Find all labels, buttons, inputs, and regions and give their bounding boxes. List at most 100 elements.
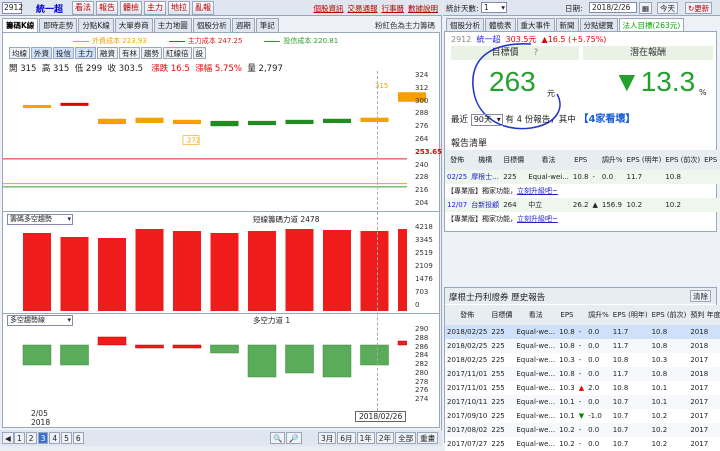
- history-cell-eps: 10.8: [559, 342, 575, 350]
- pager: 123456: [14, 432, 85, 444]
- history-cell-date: 2017/09/10: [447, 412, 488, 420]
- tab-6[interactable]: 週期: [231, 18, 255, 32]
- report-header-cell: EPS (明年): [624, 150, 664, 170]
- indicator-btn-8[interactable]: 設: [192, 47, 206, 59]
- history-row[interactable]: 2018/02/25 225 Equal-we... 10.8-0.0 11.7 10.8…: [445, 325, 720, 339]
- report-header-cell: EPS (前次): [702, 150, 720, 170]
- indicator-btn-6[interactable]: 趨勢: [141, 47, 162, 59]
- zoom-out-icon[interactable]: 🔎: [286, 432, 302, 444]
- range-btn-0[interactable]: 3月: [318, 432, 337, 444]
- chevron-left-icon[interactable]: ◀: [2, 432, 14, 444]
- top-button-5[interactable]: 亂報: [192, 1, 214, 15]
- calendar-icon[interactable]: ▦: [639, 2, 653, 14]
- chips-bar: [60, 237, 89, 311]
- axis-tick: 278: [415, 377, 429, 386]
- history-cell-e1: 11.7: [612, 370, 629, 378]
- report-header-cell: [590, 150, 600, 170]
- upgrade-link[interactable]: 立刻升級吧~: [517, 187, 558, 195]
- history-header-cell: EPS (前次): [649, 305, 689, 325]
- top-link-3[interactable]: 數據說明: [408, 4, 438, 13]
- bottom-bar: ◀ 123456 🔍 🔎 3月 6月 1年 2年 全部 重畫: [0, 430, 442, 446]
- history-row[interactable]: 2017/08/02 225 Equal-we... 10.2-0.0 10.7 10.2…: [445, 423, 720, 437]
- range-btn-2[interactable]: 1年: [356, 432, 375, 444]
- history-cell-arrow: ▲: [578, 384, 585, 392]
- indicator-btn-7[interactable]: 紅線倍: [163, 47, 192, 59]
- recent-highlight[interactable]: 【4家看壞】: [578, 114, 635, 125]
- axis-tick: 0: [415, 301, 420, 309]
- report-row[interactable]: 【專業版】獨家功能，立刻升級吧~: [445, 184, 720, 198]
- date-input[interactable]: 2018/2/26: [589, 2, 637, 13]
- candle: [98, 118, 126, 125]
- range-btn-5[interactable]: 重畫: [417, 432, 439, 444]
- history-cell-target: 255: [491, 370, 505, 378]
- top-link-2[interactable]: 行事曆: [382, 4, 405, 13]
- history-row[interactable]: 2017/11/01 255 Equal-we... 10.8-0.0 11.7 10.8…: [445, 367, 720, 381]
- tab-1[interactable]: 即時走勢: [39, 18, 78, 32]
- tab-7[interactable]: 筆記: [255, 18, 279, 32]
- right-tab-5[interactable]: 法人目標(263元): [618, 18, 685, 31]
- history-row[interactable]: 2018/02/25 225 Equal-we... 10.8-0.0 11.7 10.8…: [445, 339, 720, 353]
- tab-4[interactable]: 主力地圖: [153, 18, 192, 32]
- axis-tick: 204: [415, 199, 429, 207]
- report-cell-pct: 156.9: [601, 201, 622, 209]
- prev-arrow[interactable]: ◀: [2, 432, 15, 444]
- history-cell-pct: 0.0: [588, 328, 600, 336]
- chips-bar: [173, 231, 201, 311]
- history-row[interactable]: 2017/10/11 225 Equal-we... 10.1-0.0 10.7 10.1…: [445, 395, 720, 409]
- chevron-down-icon: ▾: [496, 115, 501, 124]
- right-tab-0[interactable]: 個股分析: [446, 18, 484, 31]
- report-row[interactable]: 12/07 台新投顧 264 中立 26.2 ▲ 156.9 10.2 10.2: [445, 198, 720, 212]
- refresh-button[interactable]: ↻更新: [685, 2, 713, 14]
- today-button[interactable]: 今天: [657, 2, 678, 14]
- history-row[interactable]: 2017/07/27 225 Equal-we... 10.2-0.0 10.7 10.2…: [445, 437, 720, 451]
- history-cell-e2: 10.8: [651, 370, 668, 378]
- top-link-0[interactable]: 個股資訊: [314, 4, 344, 13]
- indicator-btn-1[interactable]: 外資: [31, 47, 52, 59]
- top-button-4[interactable]: 地拉: [168, 1, 190, 15]
- tab-3[interactable]: 大單券商: [114, 18, 153, 32]
- indicator-btn-0[interactable]: 均線: [9, 47, 30, 59]
- page-0[interactable]: 1: [14, 432, 25, 444]
- indicator-btn-5[interactable]: 有林: [119, 47, 140, 59]
- tab-2[interactable]: 分點K線: [78, 18, 114, 32]
- upgrade-link[interactable]: 立刻升級吧~: [517, 215, 558, 223]
- range-btn-3[interactable]: 2年: [375, 432, 395, 444]
- tab-0[interactable]: 籌碼K線: [2, 18, 39, 32]
- recent-select[interactable]: 90天 ▾: [470, 114, 503, 126]
- right-tab-4[interactable]: 分點總覽: [579, 18, 618, 31]
- top-button-0[interactable]: 看法: [72, 1, 94, 15]
- history-row[interactable]: 2017/11/01 255 Equal-we... 10.3 ▲ 2.0 10.8 10.1…: [445, 381, 720, 395]
- right-tab-1[interactable]: 體檢表: [485, 18, 516, 31]
- clear-button[interactable]: 清除: [690, 290, 711, 302]
- range-btn-4[interactable]: 全部: [395, 432, 417, 444]
- history-row[interactable]: 2017/09/10 225 Equal-we... 10.1 ▼ -1.0 10.7 10.…: [445, 409, 720, 423]
- page-1[interactable]: 2: [25, 432, 37, 444]
- top-button-2[interactable]: 體檢: [120, 1, 142, 15]
- report-row[interactable]: 【專業版】獨家功能，立刻升級吧~: [445, 212, 720, 226]
- days-select[interactable]: 1 ▾: [481, 2, 507, 13]
- chart-mode-link[interactable]: 粉紅色為主力籌碼: [375, 20, 435, 31]
- stock-name[interactable]: 統一超: [36, 2, 63, 15]
- zoom-in-icon[interactable]: 🔍: [270, 432, 286, 444]
- right-tab-3[interactable]: 新聞: [555, 18, 579, 31]
- top-button-3[interactable]: 主力: [144, 1, 166, 15]
- page-4[interactable]: 5: [61, 432, 72, 444]
- report-row[interactable]: 02/25 摩根士... 225 Equal-wei... 10.8-0.0 11.7 10…: [445, 170, 720, 184]
- top-button-1[interactable]: 報告: [96, 1, 118, 15]
- indicator-btn-2[interactable]: 投信: [53, 47, 74, 59]
- page-5[interactable]: 6: [72, 432, 84, 444]
- history-row[interactable]: 2018/02/25 225 Equal-we... 10.3-0.0 10.8 10.3…: [445, 353, 720, 367]
- top-link-1[interactable]: 交易通報: [348, 4, 378, 13]
- indicator-btn-3[interactable]: 主力: [75, 47, 96, 59]
- page-2[interactable]: 3: [37, 432, 49, 444]
- top-bar: 2912 統一超 看法 報告 體檢 主力 地拉 亂報 個股資訊 交易通報 行事曆 數據說明: [0, 0, 442, 16]
- range-btn-1[interactable]: 6月: [337, 432, 356, 444]
- indicator-btn-4[interactable]: 融資: [97, 47, 118, 59]
- stock-code-box[interactable]: 2912: [2, 2, 23, 14]
- right-tab-2[interactable]: 重大事件: [516, 18, 555, 31]
- page-3[interactable]: 4: [49, 432, 61, 444]
- history-cell-view: Equal-we...: [516, 342, 556, 350]
- tab-5[interactable]: 個股分析: [192, 18, 231, 32]
- history-header-cell: EPS: [557, 305, 577, 325]
- chips-axis: 4218 3345 2519 2109 1476 703 0: [407, 223, 441, 311]
